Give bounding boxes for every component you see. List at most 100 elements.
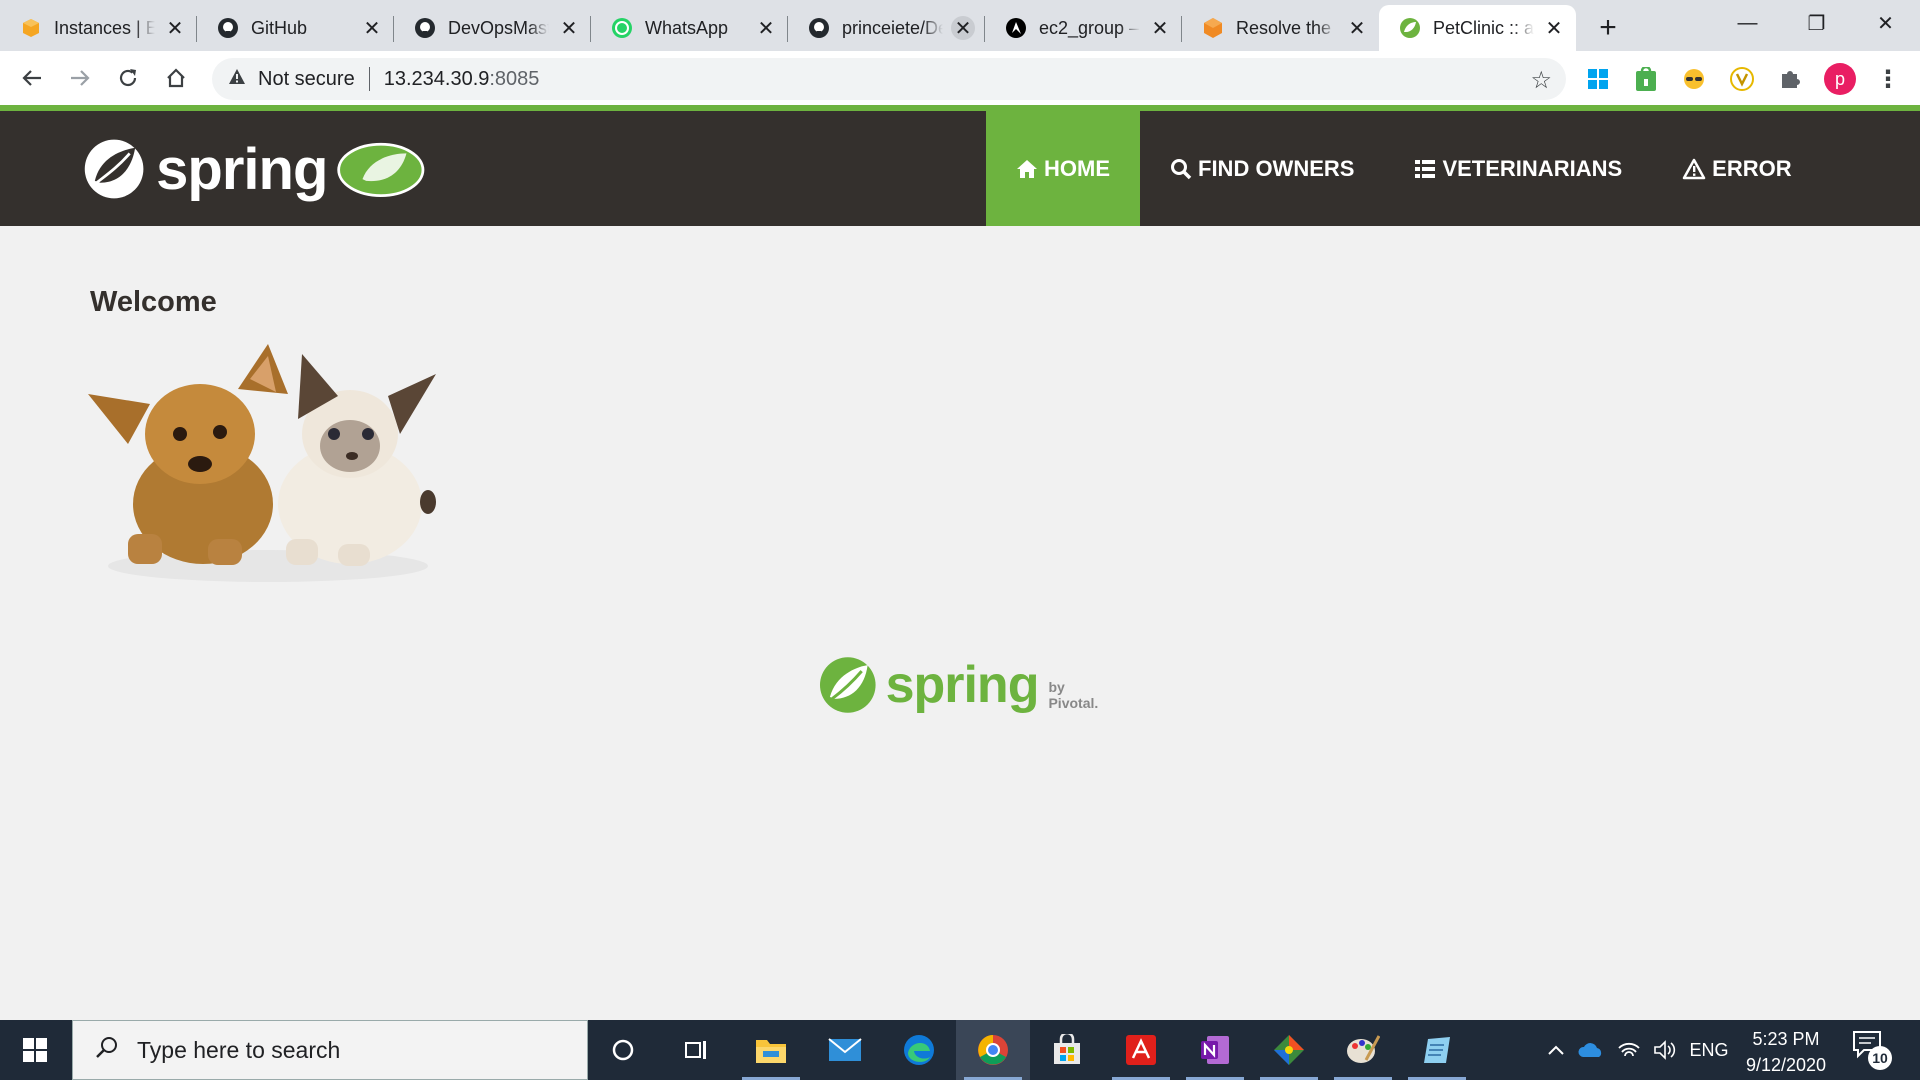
reload-button[interactable] <box>104 54 152 102</box>
home-icon <box>1016 158 1038 180</box>
search-icon <box>1170 158 1192 180</box>
clock-time: 5:23 PM <box>1752 1029 1820 1049</box>
acrobat-icon <box>1126 1035 1156 1065</box>
minimize-button[interactable]: — <box>1713 0 1782 46</box>
show-hidden-icons-button[interactable] <box>1540 1020 1572 1080</box>
main-nav: Home Find owners Veterinarians Error <box>986 111 1822 226</box>
chevron-up-icon <box>1548 1045 1564 1055</box>
browser-tab[interactable]: Resolve the Issue ✕ <box>1182 5 1379 51</box>
petclinic-navbar: spring Home Find owners Veterinarians <box>0 111 1920 226</box>
taskbar-edge[interactable] <box>882 1020 956 1080</box>
spring-brand-logo[interactable]: spring <box>82 129 427 209</box>
browser-tab-active[interactable]: PetClinic :: a Spring Framework demonstr… <box>1379 5 1576 51</box>
spring-pivotal-logo: spring by Pivotal. <box>818 650 1118 720</box>
browser-toolbar: Not secure 13.234.30.9:8085 ☆ p ⋮ <box>0 51 1920 105</box>
new-tab-button[interactable]: + <box>1588 8 1628 48</box>
taskbar-acrobat[interactable] <box>1104 1020 1178 1080</box>
paint-palette-icon <box>1347 1035 1380 1063</box>
browser-tab[interactable]: ec2_group – Ansible ✕ <box>985 5 1182 51</box>
close-tab-icon[interactable]: ✕ <box>754 16 778 40</box>
taskbar-clock[interactable]: 5:23 PM 9/12/2020 <box>1736 1026 1836 1078</box>
taskbar-notepad[interactable] <box>1400 1020 1474 1080</box>
nav-find-owners[interactable]: Find owners <box>1140 111 1384 226</box>
close-tab-icon[interactable]: ✕ <box>360 16 384 40</box>
box-icon <box>1202 17 1224 39</box>
footer-byline: by Pivotal. <box>1048 679 1099 711</box>
action-center-button[interactable]: 10 <box>1852 1030 1892 1070</box>
menu-kebab-icon[interactable]: ⋮ <box>1874 65 1902 93</box>
profile-avatar[interactable]: p <box>1824 63 1856 95</box>
taskbar-store[interactable] <box>1030 1020 1104 1080</box>
volume-tray[interactable] <box>1648 1020 1682 1080</box>
language-indicator[interactable]: ENG <box>1684 1020 1734 1080</box>
browser-tab[interactable]: WhatsApp ✕ <box>591 5 788 51</box>
puzzle-extensions-icon[interactable] <box>1776 65 1804 93</box>
tab-title: DevOpsMasterclass <box>448 17 549 38</box>
tab-title: Instances | EC2 Management Console <box>54 17 155 38</box>
forward-button[interactable] <box>56 54 104 102</box>
browser-tab[interactable]: GitHub ✕ <box>197 5 394 51</box>
spring-footer-leaf-icon <box>819 657 876 713</box>
nav-veterinarians-label: Veterinarians <box>1442 155 1623 181</box>
reload-icon <box>119 69 137 87</box>
task-view-button[interactable] <box>660 1020 734 1080</box>
aws-cube-icon <box>20 17 42 39</box>
list-icon <box>1414 158 1436 180</box>
taskbar-search-box[interactable]: Type here to search <box>72 1020 588 1080</box>
taskbar-git[interactable] <box>1252 1020 1326 1080</box>
browser-tab[interactable]: DevOpsMasterclass ✕ <box>394 5 591 51</box>
network-tray[interactable] <box>1612 1020 1646 1080</box>
nav-find-owners-label: Find owners <box>1198 155 1355 181</box>
page-title: Welcome <box>90 286 217 318</box>
nav-error[interactable]: Error <box>1652 111 1821 226</box>
github-icon <box>217 17 239 39</box>
nav-home-label: Home <box>1044 155 1110 181</box>
taskbar-mail[interactable] <box>808 1020 882 1080</box>
browser-tab[interactable]: princeiete/DevOps ✕ <box>788 5 985 51</box>
url-host: 13.234.30.9 <box>383 67 490 90</box>
taskbar-onenote[interactable] <box>1178 1020 1252 1080</box>
security-status[interactable]: Not secure <box>258 68 355 91</box>
taskbar-paint[interactable] <box>1326 1020 1400 1080</box>
clock-date: 9/12/2020 <box>1745 1055 1827 1075</box>
nav-veterinarians[interactable]: Veterinarians <box>1384 111 1652 226</box>
windows-logo-icon <box>23 1038 47 1062</box>
close-tab-icon[interactable]: ✕ <box>951 16 975 40</box>
address-bar[interactable]: Not secure 13.234.30.9:8085 ☆ <box>212 58 1566 100</box>
password-manager-icon[interactable] <box>1632 65 1660 93</box>
close-tab-icon[interactable]: ✕ <box>1345 16 1369 40</box>
cortana-button[interactable] <box>586 1020 660 1080</box>
close-tab-icon[interactable]: ✕ <box>1542 16 1566 40</box>
wifi-icon <box>1618 1042 1640 1057</box>
glasses-extension-icon[interactable] <box>1680 65 1708 93</box>
warning-triangle-icon <box>228 68 246 91</box>
onedrive-tray[interactable] <box>1574 1020 1608 1080</box>
close-tab-icon[interactable]: ✕ <box>1148 16 1172 40</box>
spring-circle-leaf-icon <box>84 139 144 199</box>
github-icon <box>414 17 436 39</box>
back-button[interactable] <box>8 54 56 102</box>
tab-title: Resolve the Issue <box>1236 17 1337 38</box>
home-outline-icon <box>167 68 185 88</box>
close-tab-icon[interactable]: ✕ <box>557 16 581 40</box>
taskbar-file-explorer[interactable] <box>734 1020 808 1080</box>
taskbar-chrome[interactable] <box>956 1020 1030 1080</box>
bookmark-star-icon[interactable]: ☆ <box>1530 66 1552 95</box>
notification-count-badge: 10 <box>1868 1046 1892 1070</box>
close-tab-icon[interactable]: ✕ <box>163 16 187 40</box>
browser-tab[interactable]: Instances | EC2 Management Console ✕ <box>0 5 197 51</box>
address-divider <box>368 67 370 91</box>
spring-leaf-icon <box>1399 17 1421 39</box>
nav-home[interactable]: Home <box>986 111 1140 226</box>
windows-extension-icon[interactable] <box>1584 65 1612 93</box>
onedrive-cloud-icon <box>1578 1043 1602 1057</box>
start-button[interactable] <box>0 1020 70 1080</box>
windows-taskbar: Type here to search ENG 5:23 PM 9/12/202… <box>0 1020 1920 1080</box>
cortana-circle-icon <box>612 1039 634 1061</box>
v-extension-icon[interactable] <box>1728 65 1756 93</box>
restore-button[interactable]: ❐ <box>1782 0 1851 46</box>
close-window-button[interactable]: ✕ <box>1851 0 1920 46</box>
home-button[interactable] <box>152 54 200 102</box>
ansible-icon <box>1005 17 1027 39</box>
nav-error-label: Error <box>1712 155 1792 181</box>
